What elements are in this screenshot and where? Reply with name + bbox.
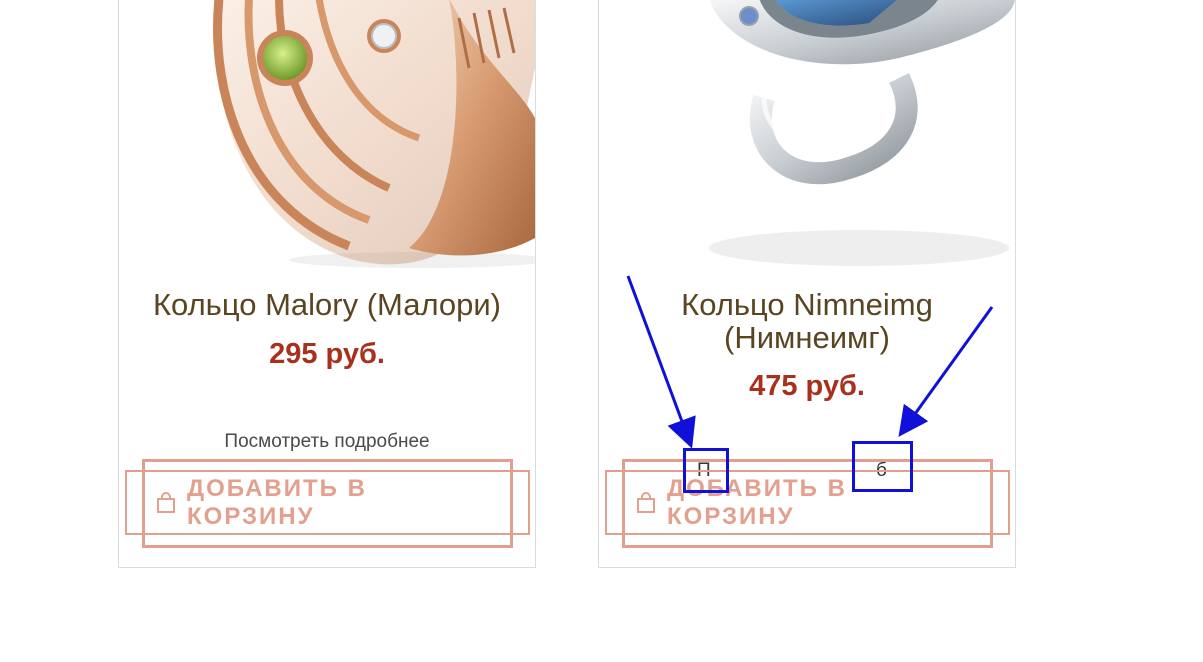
- annotation-box-left: [683, 448, 729, 493]
- product-title[interactable]: Кольцо Malory (Малори): [119, 288, 535, 321]
- shopping-bag-icon: [155, 492, 177, 514]
- view-details-link[interactable]: Посмотреть подробнее: [119, 431, 535, 453]
- add-to-cart-label: ДОБАВИТЬ В КОРЗИНУ: [187, 475, 367, 530]
- product-image-gold-ring[interactable]: [119, 0, 535, 270]
- product-title-line1[interactable]: Кольцо Nimneimg: [599, 288, 1015, 321]
- add-to-cart-button[interactable]: ДОБАВИТЬ В КОРЗИНУ: [155, 475, 500, 530]
- annotation-box-right: [852, 441, 913, 492]
- product-card-malory: Кольцо Malory (Малори) 295 руб. Посмотре…: [118, 0, 536, 568]
- product-card-nimneimg: Кольцо Nimneimg (Нимнеимг) 475 руб. П б …: [598, 0, 1016, 568]
- product-image-silver-ring[interactable]: [599, 0, 1015, 270]
- gold-ring-image: [213, 0, 535, 268]
- product-title-line2[interactable]: (Нимнеимг): [599, 321, 1015, 354]
- shopping-bag-icon: [635, 492, 657, 514]
- product-price: 475 руб.: [749, 370, 865, 402]
- silver-ring-image: [709, 0, 1015, 266]
- product-price: 295 руб.: [269, 338, 385, 370]
